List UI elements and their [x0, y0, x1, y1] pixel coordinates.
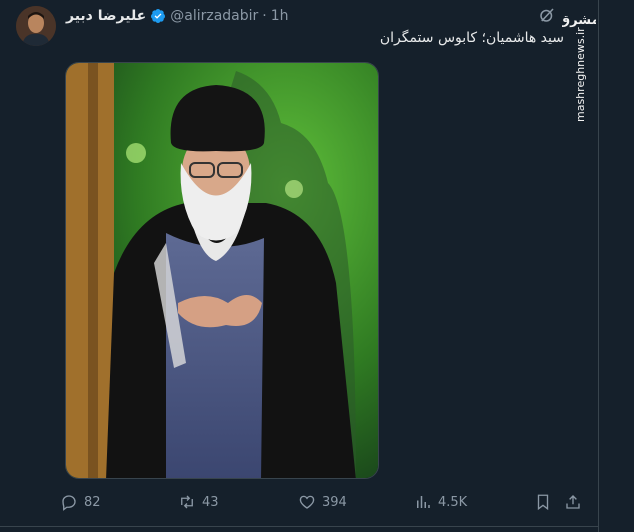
tweet-card[interactable]: علیرضا دبیر @alirzadabir · 1h سید هاشمیا… — [0, 0, 600, 532]
retweet-button[interactable]: 43 — [178, 490, 219, 514]
retweet-count: 43 — [202, 494, 219, 510]
reply-count: 82 — [84, 494, 101, 510]
retweet-icon — [181, 495, 193, 509]
tweet-text: سید هاشمیان؛ کابوس ستمگران — [379, 30, 564, 46]
author-handle[interactable]: @alirzadabir — [170, 8, 258, 24]
share-icon — [566, 495, 580, 509]
photo-image — [66, 63, 378, 478]
grok-icon[interactable] — [538, 6, 556, 24]
tweet-actions: 82 43 394 4.5K — [60, 490, 590, 514]
bookmark-button[interactable] — [534, 490, 552, 514]
verified-badge-icon — [151, 9, 166, 23]
watermark-site: mashreghnews.ir — [574, 27, 587, 122]
views-icon — [417, 496, 430, 508]
tweet-header: علیرضا دبیر @alirzadabir · 1h — [66, 6, 289, 26]
like-count: 394 — [322, 494, 347, 510]
share-button[interactable] — [564, 490, 582, 514]
mashregh-watermark-logo: مشرق mashreghnews.ir — [562, 13, 596, 122]
column-divider — [598, 0, 599, 532]
reply-icon — [62, 495, 76, 511]
bookmark-icon — [537, 494, 549, 511]
like-button[interactable]: 394 — [298, 490, 347, 514]
tweet-divider — [0, 526, 598, 527]
timestamp[interactable]: 1h — [271, 8, 289, 24]
separator-dot: · — [262, 8, 267, 24]
reply-button[interactable]: 82 — [60, 490, 101, 514]
author-name[interactable]: علیرضا دبیر — [66, 8, 146, 24]
views-button[interactable]: 4.5K — [414, 490, 467, 514]
views-count: 4.5K — [438, 494, 468, 510]
watermark-logo-text: مشرق — [562, 13, 596, 28]
avatar-image — [16, 6, 56, 46]
tweet-photo[interactable] — [65, 62, 379, 479]
heart-icon — [299, 495, 315, 509]
avatar[interactable] — [16, 6, 56, 46]
